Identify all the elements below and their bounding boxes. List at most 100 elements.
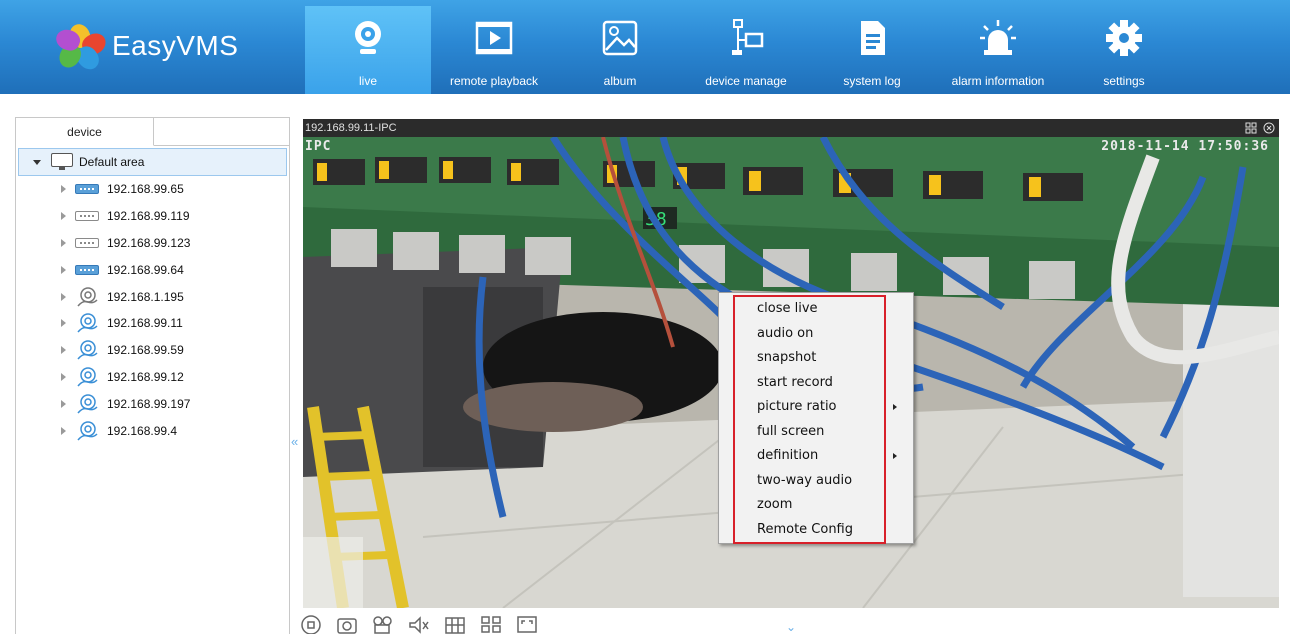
device-label: 192.168.99.64 (107, 262, 184, 277)
menu-item-two-way-audio[interactable]: two-way audio (757, 469, 907, 493)
mute-icon[interactable] (408, 612, 430, 634)
video-bar-icons (1245, 119, 1275, 137)
nav-label: settings (1103, 74, 1145, 88)
nav-label: system log (843, 74, 901, 88)
menu-item-label: close live (757, 301, 818, 316)
menu-item-picture-ratio[interactable]: picture ratio (757, 395, 907, 419)
camera-icon[interactable] (336, 612, 358, 634)
device-label: 192.168.99.123 (107, 235, 191, 250)
expand-triangle-icon[interactable] (61, 212, 66, 221)
tree-item-device[interactable]: 192.168.99.64 (16, 256, 289, 283)
menu-item-start-record[interactable]: start record (757, 371, 907, 395)
menu-item-label: start record (757, 374, 833, 390)
menu-item-full-screen[interactable]: full screen (757, 420, 907, 444)
nav-remote-playback[interactable]: remote playback (431, 6, 557, 94)
expand-triangle-icon[interactable] (61, 292, 66, 301)
tree-item-device[interactable]: 192.168.99.4 (16, 417, 289, 444)
collapse-triangle-icon[interactable] (33, 159, 41, 165)
menu-item-zoom[interactable]: zoom (757, 493, 907, 517)
menu-item-label: two-way audio (757, 472, 853, 488)
video-title: 192.168.99.11-IPC (305, 122, 397, 134)
document-icon (861, 21, 885, 55)
submenu-arrow-icon (893, 453, 897, 459)
nav-label: remote playback (449, 74, 539, 88)
nav-label: album (603, 74, 637, 88)
nav-system-log[interactable]: system log (809, 6, 935, 94)
tree-item-device[interactable]: 192.168.99.12 (16, 364, 289, 391)
menu-item-snapshot[interactable]: snapshot (757, 346, 907, 370)
app-name: EasyVMS (112, 30, 239, 61)
tree-item-device[interactable]: 192.168.99.123 (16, 230, 289, 257)
ip-camera-icon (77, 367, 98, 387)
image-icon (602, 20, 638, 56)
top-navigation-bar: EasyVMS live remote playback album devic… (0, 0, 1290, 94)
grid-icon[interactable] (1245, 122, 1257, 134)
monitor-icon (51, 153, 73, 171)
webcam-icon (355, 21, 381, 54)
device-label: 192.168.99.119 (107, 209, 190, 224)
nav-album[interactable]: album (557, 6, 683, 94)
device-panel: device Default area 192.168.99.65 192.16… (15, 117, 290, 634)
video-title-bar: 192.168.99.11-IPC (303, 119, 1279, 137)
menu-item-remote-config[interactable]: Remote Config (757, 518, 907, 542)
menu-item-definition[interactable]: definition (757, 444, 907, 468)
close-icon[interactable] (1263, 122, 1275, 134)
ip-camera-icon (77, 420, 98, 441)
menu-item-close-live[interactable]: close live (757, 297, 907, 321)
expand-triangle-icon[interactable] (61, 319, 66, 328)
expand-triangle-icon[interactable] (61, 426, 66, 435)
expand-triangle-icon[interactable] (61, 265, 66, 274)
expand-triangle-icon[interactable] (61, 185, 66, 194)
nav-label: live (358, 74, 377, 88)
tree-item-device[interactable]: 192.168.99.11 (16, 310, 289, 337)
tree-root-default-area[interactable]: Default area (18, 148, 287, 176)
tree-root-label: Default area (79, 155, 145, 169)
expand-triangle-icon[interactable] (61, 399, 66, 408)
ip-camera-icon (77, 313, 98, 333)
device-manage-icon (732, 19, 764, 55)
menu-item-audio-on[interactable]: audio on (757, 322, 907, 346)
tree-item-device[interactable]: 192.168.1.195 (16, 283, 289, 310)
nvr-icon (75, 237, 99, 248)
menu-item-label: zoom (757, 497, 793, 512)
menu-item-label: picture ratio (757, 399, 837, 414)
app-logo: EasyVMS (53, 21, 239, 74)
record-icon[interactable] (372, 612, 394, 634)
nav-device-manage[interactable]: device manage (683, 6, 809, 94)
expand-triangle-icon[interactable] (61, 238, 66, 247)
device-label: 192.168.99.65 (107, 182, 184, 197)
tree-item-device[interactable]: 192.168.99.59 (16, 337, 289, 364)
pinwheel-logo-icon (53, 21, 110, 74)
alarm-light-icon (980, 20, 1016, 55)
nav-alarm-information[interactable]: alarm information (935, 6, 1061, 94)
menu-item-label: Remote Config (757, 521, 854, 537)
split-screen-icon[interactable] (444, 612, 466, 634)
tree-item-device[interactable]: 192.168.99.119 (16, 203, 289, 230)
menu-item-label: full screen (757, 423, 825, 439)
nvr-icon (75, 184, 99, 195)
device-label: 192.168.99.59 (107, 343, 184, 358)
tree-item-device[interactable]: 192.168.99.197 (16, 390, 289, 417)
playback-icon (475, 21, 513, 55)
nav-settings[interactable]: settings (1061, 6, 1187, 94)
fullscreen-icon[interactable] (516, 612, 538, 634)
stop-icon[interactable] (300, 612, 322, 634)
nvr-icon (75, 264, 99, 275)
expand-triangle-icon[interactable] (61, 346, 66, 355)
collapse-panel-arrow-icon[interactable]: « (291, 434, 298, 449)
quad-view-icon[interactable] (480, 612, 502, 634)
ip-camera-icon (77, 340, 98, 360)
video-context-menu: close live audio on snapshot start recor… (718, 292, 914, 544)
nav-live[interactable]: live (305, 6, 431, 94)
tab-device[interactable]: device (16, 118, 154, 146)
tree-item-device[interactable]: 192.168.99.65 (16, 176, 289, 203)
osd-timestamp: 2018-11-14 17:50:36 (1101, 139, 1269, 154)
device-tree: Default area 192.168.99.65 192.168.99.11… (16, 146, 289, 444)
expand-triangle-icon[interactable] (61, 372, 66, 381)
device-label: 192.168.99.11 (107, 316, 183, 331)
nvr-icon (75, 211, 99, 222)
osd-camera-name: IPC (305, 139, 332, 154)
ip-camera-icon (77, 394, 98, 414)
expand-toolbar-arrow-icon[interactable]: ⌄ (786, 620, 796, 634)
device-label: 192.168.99.197 (107, 396, 191, 411)
